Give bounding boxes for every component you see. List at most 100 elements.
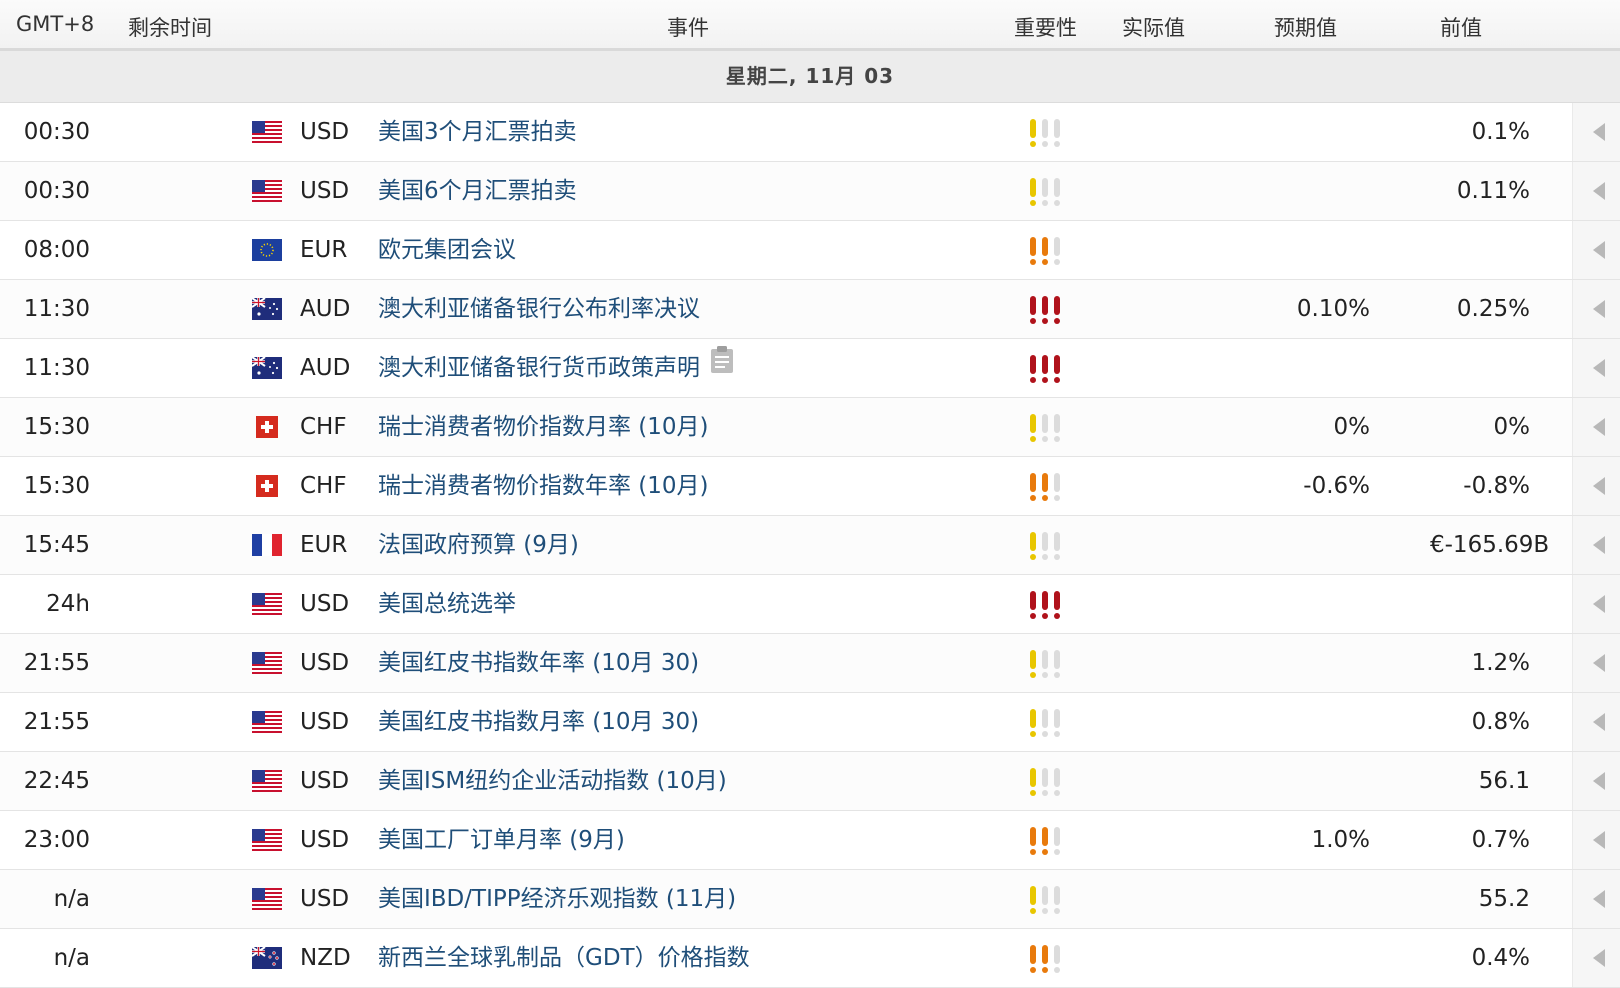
expand-row-button[interactable] — [1572, 280, 1620, 338]
caret-left-icon — [1593, 713, 1605, 731]
timezone-selector[interactable]: GMT+8 — [16, 12, 94, 36]
currency-code: CHF — [300, 473, 347, 499]
event-title[interactable]: 美国红皮书指数月率 (10月 30) — [378, 709, 699, 735]
event-row[interactable]: 00:30 USD 美国6个月汇票拍卖 0.11% — [0, 162, 1620, 221]
event-link[interactable]: 美国ISM纽约企业活动指数 (10月) — [378, 752, 727, 810]
us-flag-icon — [252, 652, 282, 674]
currency-code: EUR — [300, 532, 348, 558]
event-title[interactable]: 美国总统选举 — [378, 591, 516, 617]
previous-value — [1430, 339, 1530, 397]
caret-left-icon — [1593, 949, 1605, 967]
event-row[interactable]: 15:45 EUR 法国政府预算 (9月) €-165.69B — [0, 516, 1620, 575]
expand-row-button[interactable] — [1572, 811, 1620, 869]
expand-row-button[interactable] — [1572, 575, 1620, 633]
event-row[interactable]: n/a USD 美国IBD/TIPP经济乐观指数 (11月) 55.2 — [0, 870, 1620, 929]
event-link[interactable]: 瑞士消费者物价指数年率 (10月) — [378, 457, 709, 515]
expand-row-button[interactable] — [1572, 221, 1620, 279]
event-link[interactable]: 法国政府预算 (9月) — [378, 516, 579, 574]
previous-value: 0% — [1493, 414, 1531, 440]
expand-row-button[interactable] — [1572, 929, 1620, 987]
expand-row-button[interactable] — [1572, 398, 1620, 456]
event-title[interactable]: 美国6个月汇票拍卖 — [378, 178, 577, 204]
event-title[interactable]: 欧元集团会议 — [378, 237, 516, 263]
event-time: 23:00 — [23, 827, 90, 853]
expand-row-button[interactable] — [1572, 457, 1620, 515]
expand-row-button[interactable] — [1572, 752, 1620, 810]
caret-left-icon — [1593, 890, 1605, 908]
forecast-header: 预期值 — [1274, 16, 1337, 40]
expand-row-button[interactable] — [1572, 103, 1620, 161]
event-link[interactable]: 美国工厂订单月率 (9月) — [378, 811, 625, 869]
event-title[interactable]: 美国IBD/TIPP经济乐观指数 (11月) — [378, 886, 736, 912]
expand-row-button[interactable] — [1572, 634, 1620, 692]
event-link[interactable]: 欧元集团会议 — [378, 221, 516, 279]
previous-value: 55.2 — [1478, 886, 1530, 912]
importance-bull-icon — [1028, 355, 1038, 383]
importance-bull-icon — [1028, 768, 1038, 796]
event-row[interactable]: 15:30 CHF 瑞士消费者物价指数年率 (10月) -0.6% -0.8% — [0, 457, 1620, 516]
event-link[interactable]: 美国6个月汇票拍卖 — [378, 162, 577, 220]
importance-rating — [1028, 296, 1062, 324]
economic-calendar: GMT+8 剩余时间 事件 重要性 实际值 预期值 前值 星期二, 11月 03… — [0, 0, 1620, 988]
event-time: n/a — [53, 945, 90, 971]
event-row[interactable]: 15:30 CHF 瑞士消费者物价指数月率 (10月) 0% 0% — [0, 398, 1620, 457]
event-title[interactable]: 法国政府预算 (9月) — [378, 532, 579, 558]
event-link[interactable]: 澳大利亚储备银行货币政策声明 — [378, 339, 734, 397]
importance-bull-icon — [1028, 886, 1038, 914]
event-link[interactable]: 澳大利亚储备银行公布利率决议 — [378, 280, 700, 338]
event-link[interactable]: 美国红皮书指数月率 (10月 30) — [378, 693, 699, 751]
event-title[interactable]: 美国3个月汇票拍卖 — [378, 119, 577, 145]
time-left-header: 剩余时间 — [128, 16, 212, 40]
event-row[interactable]: n/a NZD 新西兰全球乳制品（GDT）价格指数 0.4% — [0, 929, 1620, 988]
expand-row-button[interactable] — [1572, 693, 1620, 751]
event-link[interactable]: 瑞士消费者物价指数月率 (10月) — [378, 398, 709, 456]
event-row[interactable]: 21:55 USD 美国红皮书指数月率 (10月 30) 0.8% — [0, 693, 1620, 752]
event-time: 08:00 — [23, 237, 90, 263]
expand-row-button[interactable] — [1572, 516, 1620, 574]
caret-left-icon — [1593, 359, 1605, 377]
event-link[interactable]: 新西兰全球乳制品（GDT）价格指数 — [378, 929, 750, 987]
event-row[interactable]: 23:00 USD 美国工厂订单月率 (9月) 1.0% 0.7% — [0, 811, 1620, 870]
event-time: 15:45 — [23, 532, 90, 558]
us-flag-icon — [252, 593, 282, 615]
expand-row-button[interactable] — [1572, 339, 1620, 397]
importance-rating — [1028, 119, 1062, 147]
event-title[interactable]: 新西兰全球乳制品（GDT）价格指数 — [378, 945, 750, 971]
forecast-value — [1270, 634, 1370, 692]
event-link[interactable]: 美国IBD/TIPP经济乐观指数 (11月) — [378, 870, 736, 928]
event-title[interactable]: 美国红皮书指数年率 (10月 30) — [378, 650, 699, 676]
expand-row-button[interactable] — [1572, 162, 1620, 220]
currency-code: CHF — [300, 414, 347, 440]
event-row[interactable]: 21:55 USD 美国红皮书指数年率 (10月 30) 1.2% — [0, 634, 1620, 693]
ch-flag-icon — [252, 416, 282, 438]
forecast-value — [1270, 221, 1370, 279]
event-row[interactable]: 00:30 USD 美国3个月汇票拍卖 0.1% — [0, 103, 1620, 162]
importance-bull-icon — [1040, 532, 1050, 560]
fr-flag-icon — [252, 534, 282, 556]
currency-code: USD — [300, 827, 350, 853]
event-link[interactable]: 美国总统选举 — [378, 575, 516, 633]
previous-value — [1430, 575, 1530, 633]
event-title[interactable]: 美国工厂订单月率 (9月) — [378, 827, 625, 853]
importance-bull-icon — [1028, 945, 1038, 973]
event-title[interactable]: 美国ISM纽约企业活动指数 (10月) — [378, 768, 727, 794]
importance-bull-icon — [1052, 532, 1062, 560]
event-row[interactable]: 08:00 EUR 欧元集团会议 — [0, 221, 1620, 280]
event-row[interactable]: 11:30 AUD 澳大利亚储备银行货币政策声明 — [0, 339, 1620, 398]
importance-bull-icon — [1052, 178, 1062, 206]
importance-bull-icon — [1052, 768, 1062, 796]
event-link[interactable]: 美国红皮书指数年率 (10月 30) — [378, 634, 699, 692]
event-row[interactable]: 22:45 USD 美国ISM纽约企业活动指数 (10月) 56.1 — [0, 752, 1620, 811]
expand-row-button[interactable] — [1572, 870, 1620, 928]
event-title[interactable]: 瑞士消费者物价指数年率 (10月) — [378, 473, 709, 499]
caret-left-icon — [1593, 477, 1605, 495]
clipboard-icon[interactable] — [710, 338, 734, 396]
event-title[interactable]: 瑞士消费者物价指数月率 (10月) — [378, 414, 709, 440]
event-row[interactable]: 11:30 AUD 澳大利亚储备银行公布利率决议 0.10% 0.25% — [0, 280, 1620, 339]
event-link[interactable]: 美国3个月汇票拍卖 — [378, 103, 577, 161]
importance-bull-icon — [1028, 414, 1038, 442]
event-title[interactable]: 澳大利亚储备银行货币政策声明 — [378, 355, 700, 381]
importance-bull-icon — [1052, 591, 1062, 619]
event-row[interactable]: 24h USD 美国总统选举 — [0, 575, 1620, 634]
event-title[interactable]: 澳大利亚储备银行公布利率决议 — [378, 296, 700, 322]
